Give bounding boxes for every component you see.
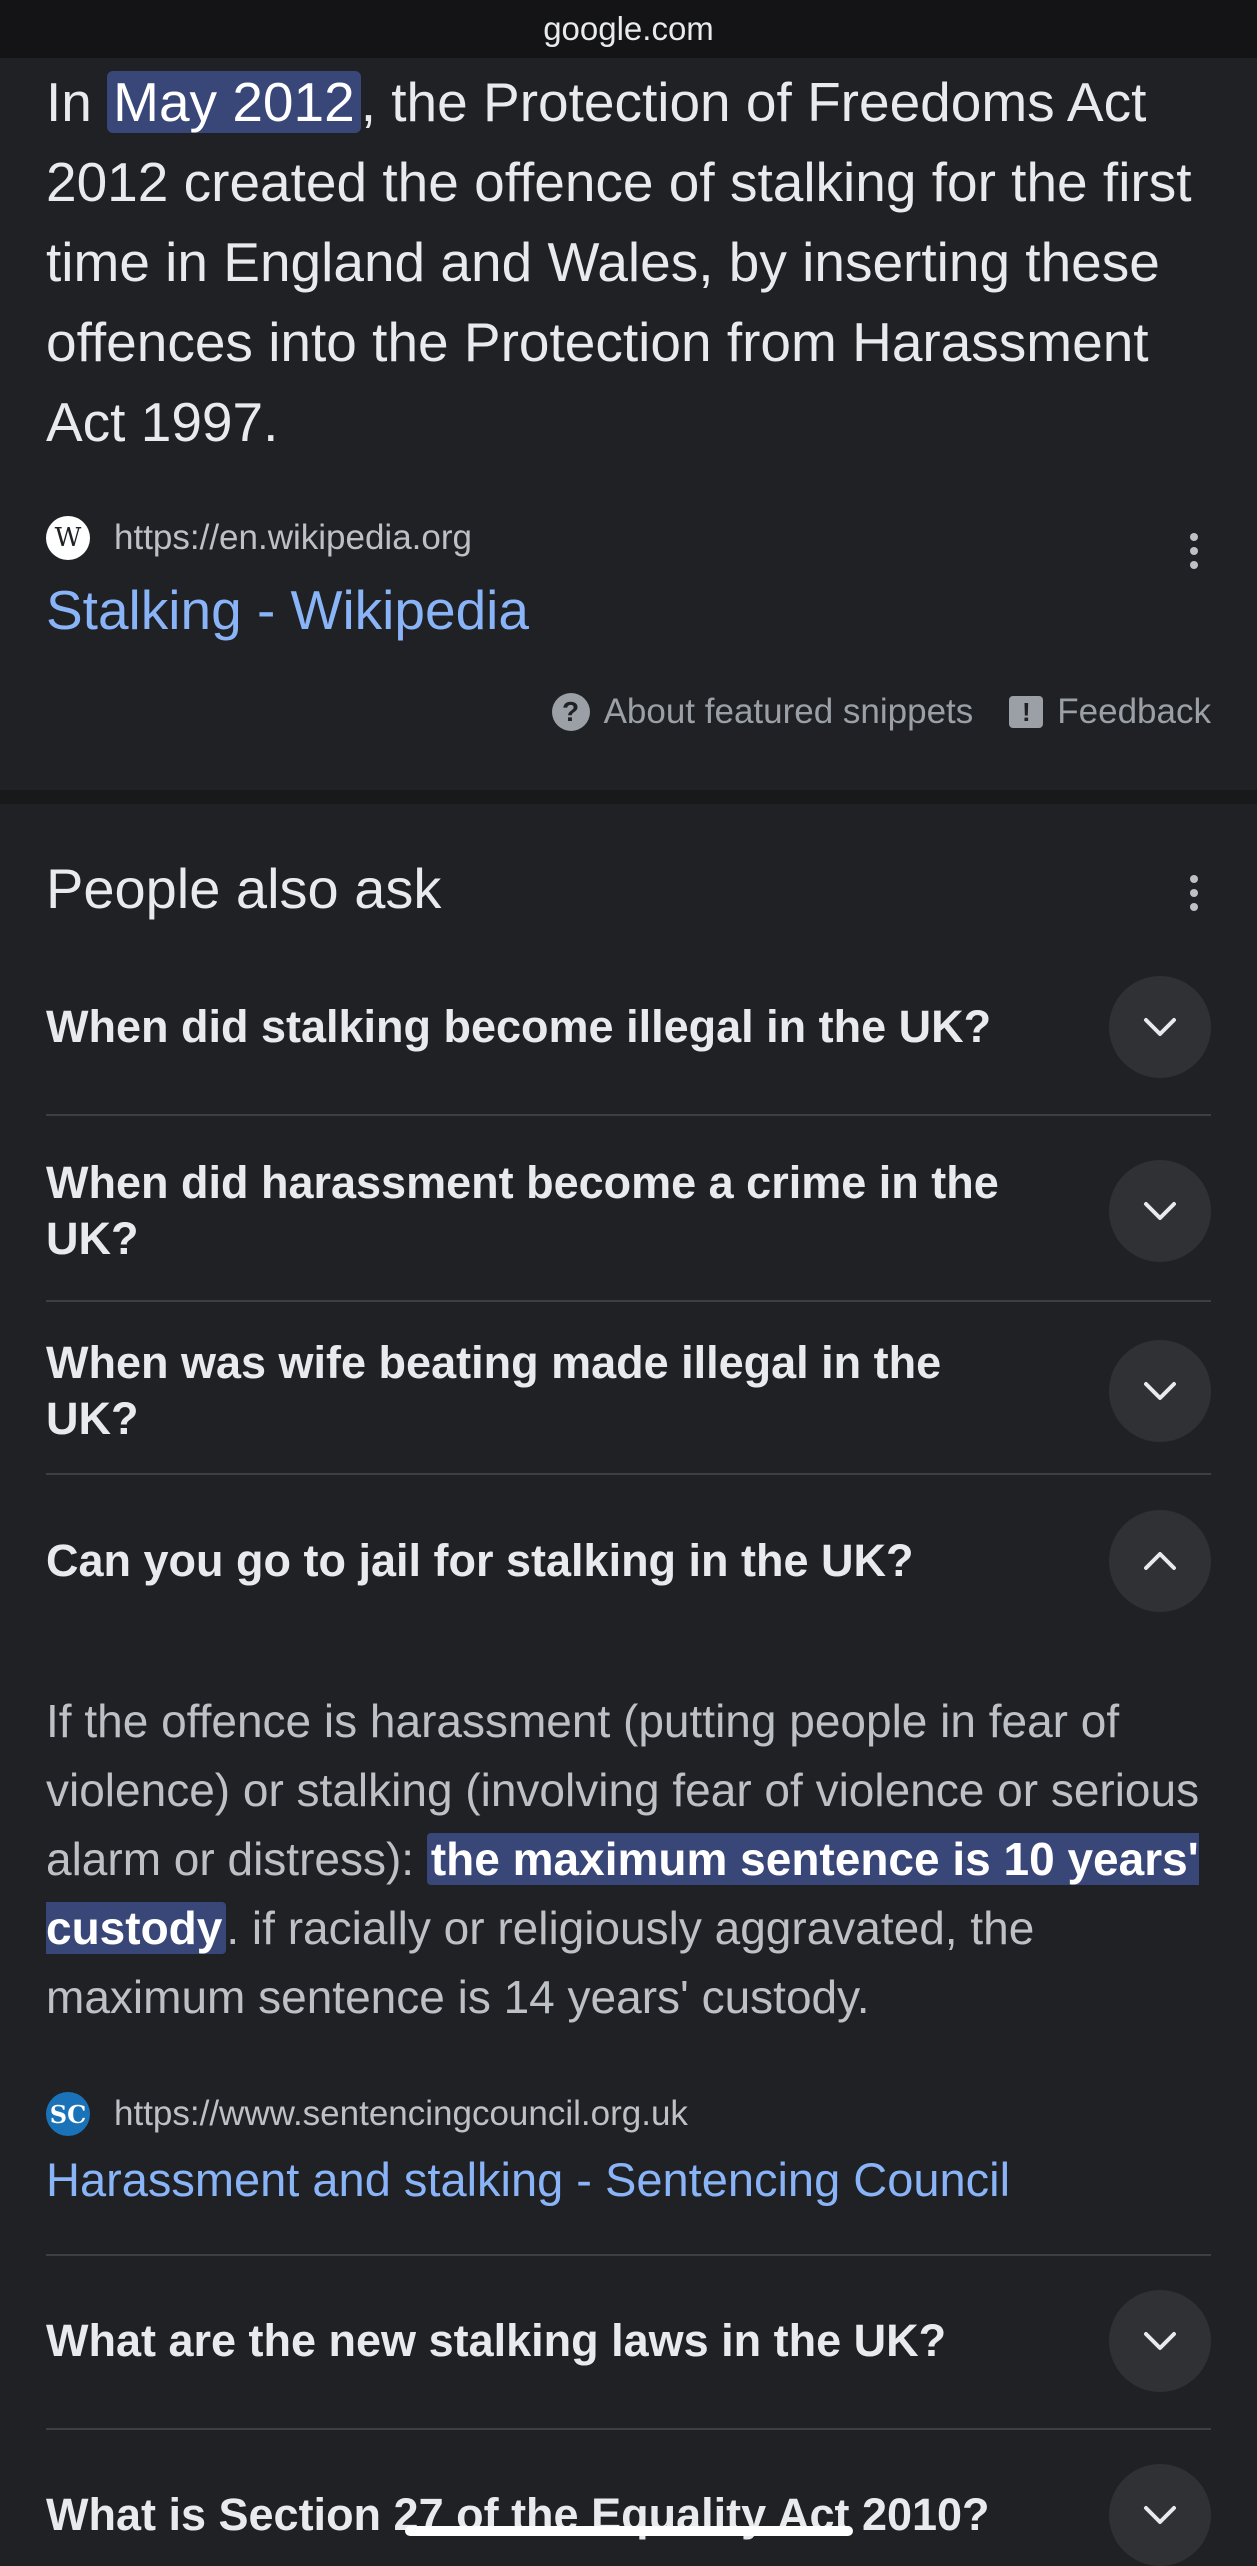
feedback-icon: ! xyxy=(1009,696,1044,728)
address-bar[interactable]: google.com xyxy=(0,0,1257,58)
chevron-down-icon[interactable] xyxy=(1109,1340,1211,1442)
paa-question[interactable]: What is Section 27 of the Equality Act 2… xyxy=(46,2464,1211,2566)
paa-question[interactable]: What are the new stalking laws in the UK… xyxy=(46,2290,1211,2392)
snippet-source-url: https://en.wikipedia.org xyxy=(114,518,472,557)
paa-question[interactable]: When did stalking become illegal in the … xyxy=(46,976,1211,1078)
answer-source[interactable]: SC https://www.sentencingcouncil.org.uk xyxy=(46,2092,688,2136)
about-featured-snippets-link[interactable]: About featured snippets xyxy=(604,692,974,732)
chevron-down-icon[interactable] xyxy=(1109,1160,1211,1262)
answer-source-title-link[interactable]: Harassment and stalking - Sentencing Cou… xyxy=(46,2152,1010,2207)
sentencing-council-icon: SC xyxy=(46,2092,90,2136)
paa-question-text: When did harassment become a crime in th… xyxy=(46,1157,999,1264)
snippet-source[interactable]: W https://en.wikipedia.org xyxy=(46,516,472,560)
paa-question-text: When was wife beating made illegal in th… xyxy=(46,1337,942,1444)
divider xyxy=(46,1300,1211,1302)
chevron-down-icon[interactable] xyxy=(1109,2290,1211,2392)
help-icon: ? xyxy=(551,693,590,731)
divider xyxy=(46,1114,1211,1116)
featured-snippet-text: In May 2012, the Protection of Freedoms … xyxy=(46,62,1216,462)
paa-more-options-icon[interactable] xyxy=(1186,872,1202,914)
address-bar-url: google.com xyxy=(543,10,714,47)
answer-source-url: https://www.sentencingcouncil.org.uk xyxy=(114,2094,688,2133)
snippet-source-title-link[interactable]: Stalking - Wikipedia xyxy=(46,578,529,642)
chevron-up-icon[interactable] xyxy=(1109,1510,1211,1612)
paa-question-expanded[interactable]: Can you go to jail for stalking in the U… xyxy=(46,1510,1211,1612)
snippet-highlight: May 2012 xyxy=(107,71,361,133)
home-indicator[interactable] xyxy=(405,2526,853,2536)
divider xyxy=(46,2254,1211,2256)
chevron-down-icon[interactable] xyxy=(1109,2464,1211,2566)
paa-question-text: Can you go to jail for stalking in the U… xyxy=(46,1535,914,1586)
paa-question-text: When did stalking become illegal in the … xyxy=(46,1001,992,1052)
chevron-down-icon[interactable] xyxy=(1109,976,1211,1078)
divider xyxy=(46,2428,1211,2430)
wikipedia-icon: W xyxy=(46,516,90,560)
snippet-footer: ? About featured snippets ! Feedback xyxy=(551,692,1211,732)
paa-question[interactable]: When did harassment become a crime in th… xyxy=(46,1155,1211,1267)
paa-question[interactable]: When was wife beating made illegal in th… xyxy=(46,1335,1211,1447)
people-also-ask-title: People also ask xyxy=(46,857,442,920)
snippet-more-options-icon[interactable] xyxy=(1186,530,1202,572)
paa-answer-text: If the offence is harassment (putting pe… xyxy=(46,1687,1221,2032)
divider xyxy=(46,1473,1211,1475)
snippet-text-before: In xyxy=(46,71,108,133)
feedback-link[interactable]: Feedback xyxy=(1057,692,1211,732)
paa-question-text: What are the new stalking laws in the UK… xyxy=(46,2315,947,2366)
section-divider xyxy=(0,790,1257,804)
